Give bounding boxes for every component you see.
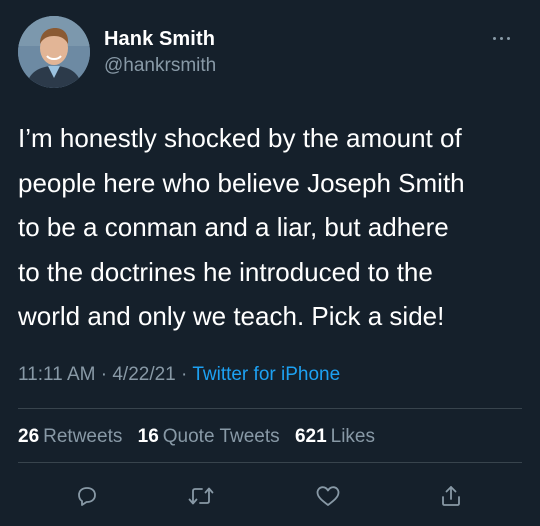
meta-separator: ·: [181, 364, 188, 385]
divider: [18, 462, 522, 463]
reply-button[interactable]: [71, 480, 103, 512]
tweet-card: Hank Smith @hankrsmith I’m honestly shoc…: [0, 0, 540, 526]
retweet-button[interactable]: [185, 480, 217, 512]
tweet-time[interactable]: 11:11 AM: [18, 364, 95, 385]
reply-icon: [78, 487, 96, 506]
share-icon: [442, 486, 460, 506]
retweets-stat[interactable]: 26 Retweets: [18, 426, 122, 447]
author-name[interactable]: Hank Smith: [104, 28, 215, 51]
tweet-date[interactable]: 4/22/21: [112, 364, 175, 385]
retweets-count: 26: [18, 426, 40, 447]
tweet-meta: 11:11 AM · 4/22/21 · Twitter for iPhone: [18, 364, 340, 386]
action-bar: [0, 480, 540, 512]
quote-tweets-stat[interactable]: 16 Quote Tweets: [138, 426, 280, 447]
tweet-text: I’m honestly shocked by the amount of pe…: [18, 123, 465, 331]
likes-stat[interactable]: 621 Likes: [295, 426, 375, 447]
more-options-icon[interactable]: [488, 30, 514, 46]
avatar-image: [18, 16, 90, 88]
avatar[interactable]: [18, 16, 90, 88]
likes-label: Likes: [330, 426, 375, 447]
retweets-label: Retweets: [43, 426, 123, 447]
retweet-icon: [188, 487, 214, 505]
like-button[interactable]: [312, 480, 344, 512]
divider: [18, 408, 522, 409]
tweet-stats: 26 Retweets 16 Quote Tweets 621 Likes: [18, 426, 385, 448]
share-button[interactable]: [435, 480, 467, 512]
quote-tweets-count: 16: [137, 426, 159, 447]
heart-icon: [316, 486, 340, 506]
tweet-source-link[interactable]: Twitter for iPhone: [192, 364, 340, 385]
author-handle[interactable]: @hankrsmith: [104, 55, 216, 77]
meta-separator: ·: [100, 364, 108, 385]
quote-tweets-label: Quote Tweets: [162, 426, 280, 447]
likes-count: 621: [294, 426, 327, 447]
